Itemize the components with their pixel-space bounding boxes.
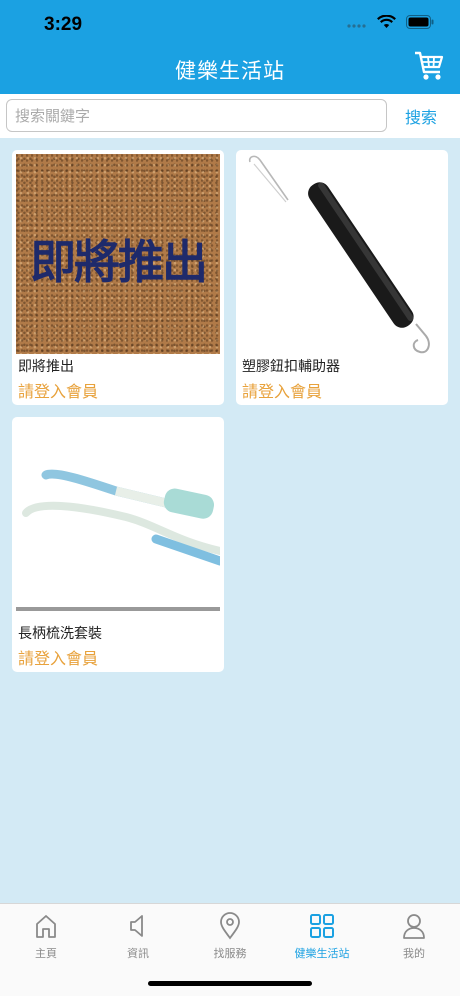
tab-lifestyle-station[interactable]: 健樂生活站 (276, 912, 368, 961)
status-time: 3:29 (44, 14, 83, 35)
app-header: 3:29 健樂生活站 (0, 0, 460, 94)
product-card-coming-soon[interactable]: 即將推出 即將推出 請登入會員 (12, 150, 224, 405)
product-price-login[interactable]: 請登入會員 (242, 378, 322, 402)
status-icons (347, 15, 434, 29)
coming-soon-text: 即將推出 (30, 235, 208, 289)
coming-soon-placard: 即將推出 (16, 154, 220, 354)
product-price-login[interactable]: 請登入會員 (18, 378, 98, 402)
tab-label: 資訊 (127, 947, 149, 960)
wifi-icon (377, 15, 396, 28)
signal-icon (347, 24, 366, 28)
speaker-icon (130, 915, 143, 937)
tab-home[interactable]: 主頁 (0, 912, 92, 961)
long-handle-comb-image (16, 421, 220, 621)
search-button[interactable]: 搜索 (392, 99, 450, 132)
home-icon (36, 915, 56, 938)
user-icon (403, 914, 425, 939)
search-input[interactable] (6, 99, 387, 132)
product-name: 即將推出 (18, 359, 74, 375)
tab-find-service[interactable]: 找服務 (184, 912, 276, 961)
home-indicator[interactable] (148, 981, 312, 986)
tab-label: 健樂生活站 (294, 947, 350, 960)
product-image (16, 421, 220, 621)
product-name: 長柄梳洗套裝 (18, 626, 102, 642)
location-pin-icon (220, 912, 240, 940)
page-title: 健樂生活站 (175, 59, 285, 83)
tab-label: 我的 (403, 947, 425, 960)
product-image: 即將推出 (16, 154, 220, 354)
tab-label: 主頁 (35, 947, 57, 960)
status-bar: 3:29 (0, 0, 460, 46)
button-hook-image (240, 154, 444, 354)
tab-news[interactable]: 資訊 (92, 912, 184, 961)
product-image (240, 154, 444, 354)
product-card-button-hook[interactable]: 塑膠鈕扣輔助器 請登入會員 (236, 150, 448, 405)
grid-icon (310, 914, 334, 938)
shopping-cart-icon (415, 51, 444, 80)
product-name: 塑膠鈕扣輔助器 (242, 359, 340, 375)
cart-button[interactable] (414, 50, 444, 86)
product-price-login[interactable]: 請登入會員 (18, 645, 98, 669)
product-card-long-handle-set[interactable]: 長柄梳洗套裝 請登入會員 (12, 417, 224, 672)
tab-label: 找服務 (213, 947, 247, 960)
tab-me[interactable]: 我的 (368, 912, 460, 961)
battery-icon (406, 15, 434, 29)
search-bar: 搜索 (0, 94, 460, 138)
